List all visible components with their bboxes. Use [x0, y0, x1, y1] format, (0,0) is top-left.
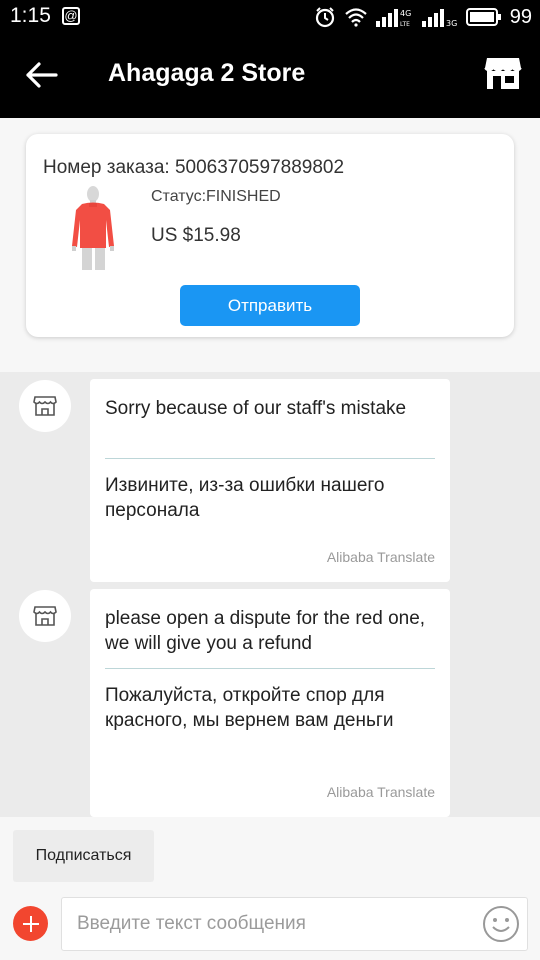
- store-avatar[interactable]: [19, 590, 71, 642]
- page-title: Ahagaga 2 Store: [108, 59, 306, 87]
- message-original: Sorry because of our staff's mistake: [105, 398, 407, 419]
- message-original: please open a dispute for the red one, w…: [105, 608, 426, 654]
- signal-icon: 4G LTE: [375, 9, 411, 28]
- message-translation: Извините, из-за ошибки нашего персонала: [105, 475, 385, 521]
- message-divider: [105, 458, 435, 459]
- product-image[interactable]: [56, 184, 130, 276]
- svg-text:LTE: LTE: [400, 21, 410, 28]
- message-bubble[interactable]: Sorry because of our staff's mistake Изв…: [90, 379, 450, 582]
- emoji-icon[interactable]: [482, 905, 520, 943]
- svg-text:4G: 4G: [400, 9, 411, 18]
- store-avatar[interactable]: [19, 380, 71, 432]
- notification-icon: @: [62, 7, 80, 25]
- order-price: US $15.98: [151, 225, 241, 246]
- status-bar: 1:15 @ 4G LTE 3G 99: [0, 0, 540, 34]
- store-icon: [33, 606, 57, 626]
- bottom-bar: Подписаться: [0, 817, 540, 960]
- message-divider: [105, 668, 435, 669]
- plus-icon[interactable]: [13, 906, 48, 941]
- status-time: 1:15: [10, 4, 51, 27]
- order-section: Номер заказа: 5006370597889802 Статус:FI…: [0, 118, 540, 372]
- subscribe-button[interactable]: Подписаться: [13, 830, 154, 882]
- send-order-button[interactable]: Отправить: [180, 285, 360, 326]
- message-translation: Пожалуйста, откройте спор для красного, …: [105, 685, 394, 731]
- app-header: Ahagaga 2 Store: [0, 34, 540, 118]
- order-number: Номер заказа: 5006370597889802: [43, 157, 345, 178]
- translation-source: Alibaba Translate: [326, 549, 435, 565]
- arrow-left-icon[interactable]: [24, 60, 60, 90]
- message-bubble[interactable]: please open a dispute for the red one, w…: [90, 589, 450, 817]
- message-input[interactable]: [61, 897, 528, 951]
- signal-icon: 3G: [421, 9, 457, 28]
- store-icon[interactable]: [484, 56, 522, 90]
- svg-text:3G: 3G: [446, 19, 457, 28]
- order-card[interactable]: Номер заказа: 5006370597889802 Статус:FI…: [26, 134, 514, 337]
- order-status: Статус:FINISHED: [151, 188, 281, 205]
- store-icon: [33, 396, 57, 416]
- battery-level: 99: [509, 5, 532, 28]
- wifi-icon: [345, 8, 367, 27]
- battery-icon: [465, 8, 501, 26]
- translation-source: Alibaba Translate: [326, 784, 435, 800]
- alarm-icon: [315, 7, 334, 28]
